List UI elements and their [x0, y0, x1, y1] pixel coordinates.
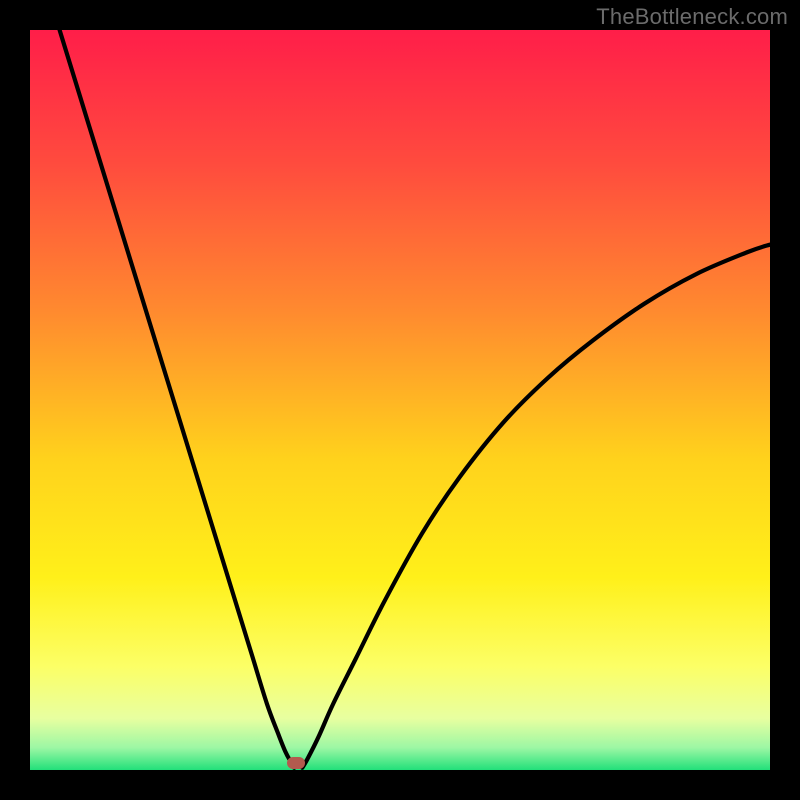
- watermark-text: TheBottleneck.com: [596, 4, 788, 30]
- bottleneck-curve: [30, 30, 770, 770]
- chart-frame: TheBottleneck.com: [0, 0, 800, 800]
- optimal-point-marker: [287, 757, 305, 769]
- plot-area: [30, 30, 770, 770]
